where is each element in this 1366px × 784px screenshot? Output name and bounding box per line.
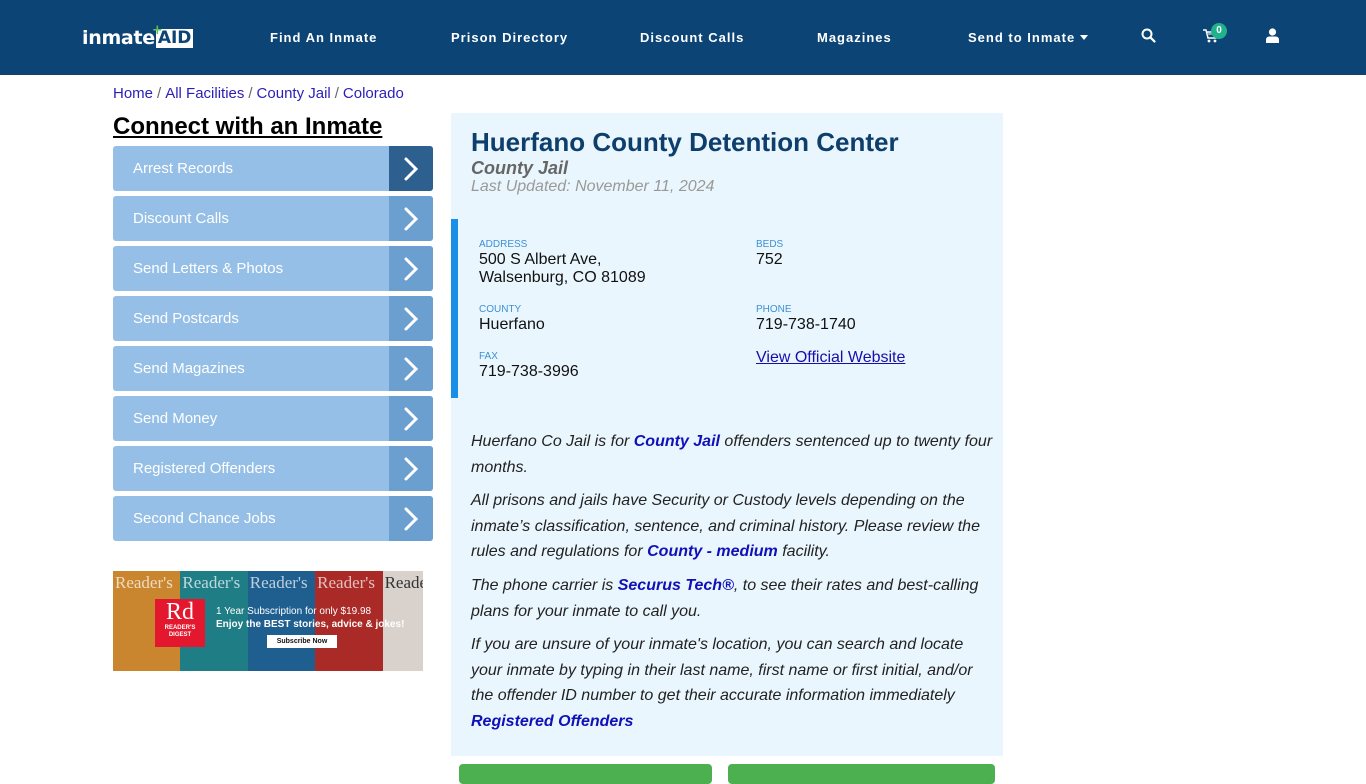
website-field: View Official Website bbox=[756, 349, 905, 367]
description-paragraph-1: Huerfano Co Jail is for County Jail offe… bbox=[471, 429, 996, 480]
chevron-right-icon bbox=[389, 496, 433, 541]
chevron-right-icon bbox=[389, 296, 433, 341]
beds-label: BEDS bbox=[756, 239, 784, 250]
desc-text: facility. bbox=[777, 543, 830, 560]
address-line-2: Walsenburg, CO 81089 bbox=[479, 269, 646, 286]
top-navbar: inmate + AID Find An Inmate Prison Direc… bbox=[0, 0, 1366, 75]
phone-label: PHONE bbox=[756, 304, 792, 315]
menu-item-label: Second Chance Jobs bbox=[133, 510, 276, 527]
last-updated: Last Updated: November 11, 2024 bbox=[471, 178, 715, 195]
breadcrumb-home[interactable]: Home bbox=[113, 85, 153, 102]
menu-item-discount-calls[interactable]: Discount Calls bbox=[113, 196, 433, 241]
logo-text: inmate bbox=[82, 27, 155, 49]
nav-prison-directory[interactable]: Prison Directory bbox=[451, 30, 568, 45]
county-medium-link[interactable]: County - medium bbox=[647, 543, 778, 560]
securus-tech-link[interactable]: Securus Tech® bbox=[618, 577, 734, 594]
breadcrumb-separator: / bbox=[157, 85, 162, 102]
rd-brand-name: READER'S DIGEST bbox=[164, 625, 196, 638]
readers-digest-logo: Rd READER'S DIGEST bbox=[155, 599, 205, 647]
action-button-left[interactable] bbox=[459, 764, 712, 784]
cart-count-badge: 0 bbox=[1211, 23, 1227, 39]
breadcrumb-colorado[interactable]: Colorado bbox=[343, 85, 404, 102]
connect-menu: Arrest Records Discount Calls Send Lette… bbox=[113, 146, 433, 546]
menu-item-label: Send Magazines bbox=[133, 360, 245, 377]
readers-digest-ad-banner[interactable]: Reader's Reader's Reader's Reader's Read… bbox=[113, 571, 423, 671]
menu-item-registered-offenders[interactable]: Registered Offenders bbox=[113, 446, 433, 491]
address-line-1: 500 S Albert Ave, bbox=[479, 251, 602, 268]
nav-send-to-inmate-label: Send to Inmate bbox=[968, 30, 1076, 45]
cover-title: Reader's bbox=[249, 573, 308, 592]
chevron-right-icon bbox=[389, 446, 433, 491]
breadcrumb-county-jail[interactable]: County Jail bbox=[257, 85, 331, 102]
view-official-website-link[interactable]: View Official Website bbox=[756, 349, 905, 366]
logo-accent-text: AID bbox=[157, 27, 192, 48]
breadcrumb-all-facilities[interactable]: All Facilities bbox=[165, 85, 244, 102]
action-button-right[interactable] bbox=[728, 764, 995, 784]
menu-item-arrest-records[interactable]: Arrest Records bbox=[113, 146, 433, 191]
chevron-right-icon bbox=[389, 346, 433, 391]
search-icon[interactable] bbox=[1141, 28, 1156, 48]
county-value: Huerfano bbox=[479, 316, 545, 333]
address-field: ADDRESS 500 S Albert Ave, Walsenburg, CO… bbox=[479, 239, 646, 287]
menu-item-send-magazines[interactable]: Send Magazines bbox=[113, 346, 433, 391]
menu-item-label: Send Money bbox=[133, 410, 218, 427]
fax-field: FAX 719-738-3996 bbox=[479, 351, 579, 381]
connect-with-inmate-heading[interactable]: Connect with an Inmate bbox=[113, 113, 382, 141]
facility-name: Huerfano County Detention Center bbox=[471, 127, 899, 157]
ad-offer-text: 1 Year Subscription for only $19.98 bbox=[216, 606, 372, 617]
county-field: COUNTY Huerfano bbox=[479, 304, 545, 334]
desc-text: The phone carrier is bbox=[471, 577, 618, 594]
fax-label: FAX bbox=[479, 351, 498, 362]
menu-item-label: Send Postcards bbox=[133, 310, 239, 327]
menu-item-label: Arrest Records bbox=[133, 160, 234, 177]
cover-title: Reader's bbox=[115, 573, 173, 592]
nav-find-an-inmate[interactable]: Find An Inmate bbox=[270, 30, 377, 45]
county-jail-link[interactable]: County Jail bbox=[634, 433, 720, 450]
phone-field: PHONE 719-738-1740 bbox=[756, 304, 856, 334]
menu-item-label: Discount Calls bbox=[133, 210, 229, 227]
inmateaid-logo[interactable]: inmate + AID bbox=[82, 23, 194, 50]
nav-magazines[interactable]: Magazines bbox=[817, 30, 892, 45]
breadcrumb: Home / All Facilities / County Jail / Colorado bbox=[113, 85, 404, 102]
breadcrumb-separator: / bbox=[248, 85, 253, 102]
facility-info-box: ADDRESS 500 S Albert Ave, Walsenburg, CO… bbox=[451, 219, 1003, 398]
logo-plus-icon: + bbox=[151, 22, 163, 38]
registered-offenders-link[interactable]: Registered Offenders bbox=[471, 713, 633, 730]
cover-title: Reader's bbox=[317, 573, 375, 592]
beds-value: 752 bbox=[756, 251, 783, 268]
phone-value: 719-738-1740 bbox=[756, 316, 856, 333]
user-icon[interactable] bbox=[1266, 28, 1279, 48]
county-label: COUNTY bbox=[479, 304, 522, 315]
facility-panel: Huerfano County Detention Center County … bbox=[451, 113, 1003, 756]
chevron-right-icon bbox=[389, 246, 433, 291]
desc-text: If you are unsure of your inmate's locat… bbox=[471, 636, 973, 704]
breadcrumb-separator: / bbox=[334, 85, 339, 102]
chevron-right-icon bbox=[389, 396, 433, 441]
cover-title: Reader's bbox=[182, 573, 241, 592]
menu-item-send-money[interactable]: Send Money bbox=[113, 396, 433, 441]
rd-logo-text: Rd bbox=[165, 599, 194, 625]
fax-value: 719-738-3996 bbox=[479, 363, 579, 380]
description-paragraph-3: The phone carrier is Securus Tech®, to s… bbox=[471, 573, 996, 624]
description-paragraph-2: All prisons and jails have Security or C… bbox=[471, 488, 996, 565]
desc-text: Huerfano Co Jail is for bbox=[471, 433, 634, 450]
nav-send-to-inmate[interactable]: Send to Inmate bbox=[968, 30, 1089, 45]
subscribe-now-button[interactable]: Subscribe Now bbox=[267, 635, 337, 648]
chevron-right-icon bbox=[389, 196, 433, 241]
beds-field: BEDS 752 bbox=[756, 239, 783, 269]
menu-item-send-postcards[interactable]: Send Postcards bbox=[113, 296, 433, 341]
ad-tagline: Enjoy the BEST stories, advice & jokes! bbox=[216, 619, 405, 630]
menu-item-second-chance-jobs[interactable]: Second Chance Jobs bbox=[113, 496, 433, 541]
menu-item-label: Send Letters & Photos bbox=[133, 260, 284, 277]
menu-item-label: Registered Offenders bbox=[133, 460, 276, 477]
nav-discount-calls[interactable]: Discount Calls bbox=[640, 30, 744, 45]
caret-down-icon bbox=[1080, 35, 1089, 40]
description-paragraph-4: If you are unsure of your inmate's locat… bbox=[471, 632, 996, 734]
address-label: ADDRESS bbox=[479, 239, 528, 250]
chevron-right-icon bbox=[389, 146, 433, 191]
cover-title: Reader's bbox=[384, 573, 423, 592]
logo-accent: + AID bbox=[152, 23, 194, 48]
facility-type: County Jail bbox=[471, 158, 569, 178]
menu-item-send-letters-photos[interactable]: Send Letters & Photos bbox=[113, 246, 433, 291]
